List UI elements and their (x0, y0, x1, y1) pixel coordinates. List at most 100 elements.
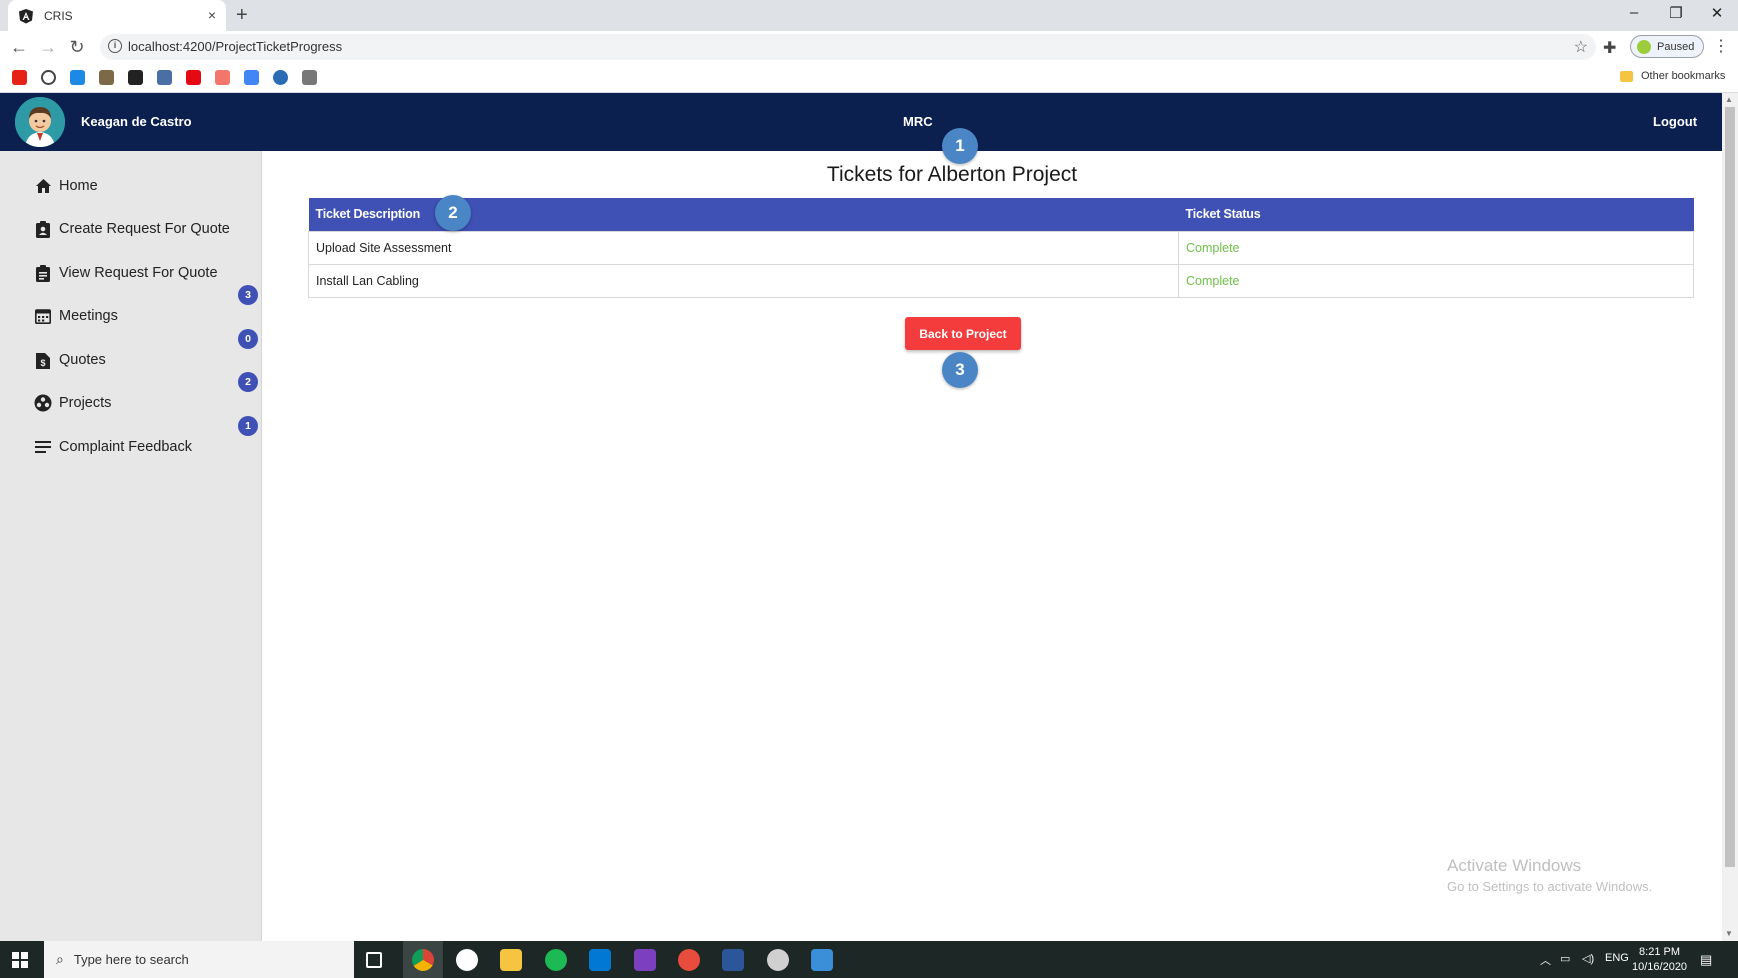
address-bar[interactable]: i localhost:4200/ProjectTicketProgress ☆ (100, 34, 1596, 60)
youtube-bookmark-icon[interactable] (12, 70, 27, 85)
sidebar-item-home[interactable]: Home (34, 174, 98, 198)
scrollbar-thumb[interactable] (1725, 107, 1735, 867)
other-bookmarks-label: Other bookmarks (1641, 70, 1726, 82)
play-bookmark-icon[interactable] (70, 70, 85, 85)
language-indicator[interactable]: ENG (1605, 952, 1629, 964)
ticket-status: Complete (1178, 263, 1694, 298)
browser-toolbar: ← → ↻ i localhost:4200/ProjectTicketProg… (0, 31, 1738, 63)
volume-icon[interactable]: ◁) (1582, 952, 1594, 965)
windows-start-icon[interactable] (12, 952, 28, 968)
chrome-icon[interactable] (412, 949, 434, 971)
avatar-illustration-icon (15, 97, 65, 147)
watermark-title: Activate Windows (1447, 856, 1582, 875)
browser-tab[interactable]: CRIS × (8, 0, 226, 31)
scroll-up-arrow-icon[interactable]: ▲ (1725, 95, 1733, 104)
sidebar-item-label: Projects (59, 395, 112, 411)
profile-status: Paused (1657, 40, 1695, 53)
group-icon (34, 394, 52, 412)
new-tab-icon[interactable]: + (236, 4, 248, 27)
scroll-down-arrow-icon[interactable]: ▼ (1725, 929, 1733, 938)
angular-logo-icon (19, 8, 33, 23)
sidebar-item-label: Meetings (59, 308, 118, 324)
sidebar: Home Create Request For Quote View Reque… (0, 151, 262, 941)
restore-icon[interactable]: ❐ (1666, 4, 1686, 22)
google-bookmark-icon[interactable] (244, 70, 259, 85)
column-header-status: Ticket Status (1178, 198, 1694, 231)
bookmark-icon-11[interactable] (302, 70, 317, 85)
taskbar-search-placeholder: Type here to search (73, 952, 189, 967)
vscode-icon[interactable] (589, 949, 611, 971)
tray-chevron-icon[interactable]: ︿ (1540, 952, 1551, 968)
site-info-icon[interactable]: i (108, 39, 122, 53)
home-icon (34, 177, 52, 195)
back-arrow-icon[interactable]: ← (9, 37, 29, 57)
table-header-row: Ticket Description Ticket Status (308, 198, 1694, 231)
table-row: Install Lan Cabling Complete (308, 263, 1694, 298)
window-close-icon[interactable]: ✕ (1707, 4, 1727, 22)
taskbar-search[interactable]: ⌕ Type here to search (44, 941, 354, 978)
spotify-icon[interactable] (545, 949, 567, 971)
bookmark-icon-4[interactable] (99, 70, 114, 85)
speedometer-bookmark-icon[interactable] (41, 70, 56, 85)
tab-close-icon[interactable]: × (208, 7, 216, 23)
clock-date: 10/16/2020 (1632, 961, 1688, 973)
ticket-status: Complete (1178, 230, 1694, 265)
clock-time: 8:21 PM (1639, 946, 1681, 958)
forward-arrow-icon[interactable]: → (38, 37, 58, 57)
bookmark-icon-10[interactable] (273, 70, 288, 85)
network-icon[interactable]: ▭ (1560, 952, 1570, 965)
sidebar-item-label: Complaint Feedback (59, 439, 192, 455)
sidebar-item-projects[interactable]: Projects (34, 391, 111, 415)
page-scrollbar[interactable]: ▲ ▼ (1722, 93, 1738, 941)
app-icon-grey[interactable] (767, 949, 789, 971)
ticket-description: Upload Site Assessment (308, 230, 1179, 265)
main-content: Tickets for Alberton Project Ticket Desc… (262, 151, 1722, 941)
watermark-subtitle: Go to Settings to activate Windows. (1447, 879, 1653, 894)
browser-menu-icon[interactable]: ⋮ (1713, 36, 1729, 56)
quotes-count-badge: 2 (238, 372, 258, 392)
netflix-bookmark-icon[interactable] (186, 70, 201, 85)
sidebar-item-label: Quotes (59, 352, 106, 368)
notifications-icon[interactable]: ▤ (1700, 952, 1712, 968)
system-clock[interactable]: 8:21 PM 10/16/2020 (1632, 945, 1687, 975)
logout-button[interactable]: Logout (1653, 114, 1697, 129)
visual-studio-icon[interactable] (634, 949, 656, 971)
minimize-icon[interactable]: – (1624, 4, 1644, 21)
profile-avatar-icon (1637, 39, 1651, 54)
folder-icon (1620, 70, 1633, 82)
svg-text:$: $ (40, 358, 45, 368)
photos-icon[interactable] (811, 949, 833, 971)
shield-bookmark-icon[interactable] (157, 70, 172, 85)
search-icon: ⌕ (56, 951, 64, 967)
reload-icon[interactable]: ↻ (67, 37, 87, 57)
sidebar-item-label: Create Request For Quote (59, 221, 230, 237)
itunes-icon[interactable] (456, 949, 478, 971)
clipboard-user-icon (34, 220, 52, 238)
sidebar-item-complaint-feedback[interactable]: Complaint Feedback (34, 435, 192, 459)
clipboard-list-icon (34, 264, 52, 282)
other-bookmarks[interactable]: Other bookmarks (1620, 70, 1725, 82)
table-row: Upload Site Assessment Complete (308, 230, 1694, 265)
back-to-project-button[interactable]: Back to Project (905, 317, 1021, 350)
app-icon-red[interactable] (678, 949, 700, 971)
app-header: Keagan de Castro MRC Logout (0, 93, 1722, 151)
page-title: Tickets for Alberton Project (826, 163, 1078, 186)
lines-icon (34, 438, 52, 456)
view-rfq-count-badge: 3 (238, 285, 258, 305)
profile-button[interactable]: Paused (1630, 35, 1704, 58)
step-marker-2: 2 (435, 195, 471, 231)
task-view-icon[interactable] (366, 952, 382, 968)
bookmark-star-icon[interactable]: ☆ (1574, 37, 1588, 57)
sidebar-item-quotes[interactable]: $ Quotes (34, 348, 106, 372)
extensions-puzzle-icon[interactable]: ✚ (1603, 38, 1616, 58)
word-icon[interactable] (722, 949, 744, 971)
sidebar-item-meetings[interactable]: Meetings (34, 304, 118, 328)
ticket-description: Install Lan Cabling (308, 263, 1179, 298)
asana-bookmark-icon[interactable] (215, 70, 230, 85)
user-avatar (15, 97, 65, 147)
sidebar-item-create-rfq[interactable]: Create Request For Quote (34, 217, 230, 241)
windows-taskbar: ⌕ Type here to search ︿ ▭ ◁) ENG 8:21 PM… (0, 941, 1738, 978)
sidebar-item-view-rfq[interactable]: View Request For Quote (34, 261, 218, 285)
bookmark-icon-5[interactable] (128, 70, 143, 85)
file-explorer-icon[interactable] (500, 949, 522, 971)
